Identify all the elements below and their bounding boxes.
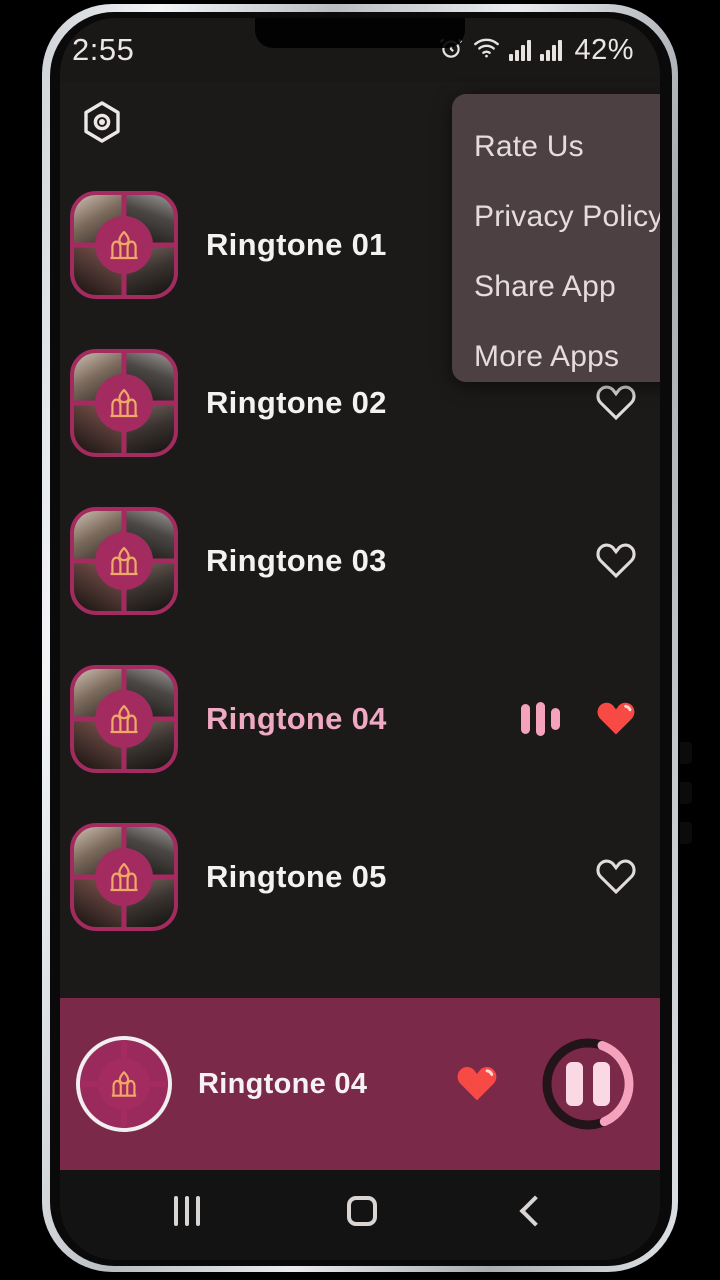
ringtone-thumbnail [70,507,178,615]
screenshot-stage: 2:55 42% Rate Us Privacy Policy Share Ap… [0,0,720,1280]
menu-item-label: Rate Us [474,130,584,163]
overflow-menu[interactable]: Rate Us Privacy Policy Share App More Ap… [452,94,660,382]
back-icon[interactable] [519,1195,551,1227]
wifi-icon [473,37,500,64]
list-item[interactable]: Ringtone 04 [60,640,660,798]
home-icon[interactable] [346,1196,377,1226]
menu-item-more-apps[interactable]: More Apps [474,322,660,392]
mosque-icon [95,690,153,748]
now-playing-artwork [76,1036,172,1132]
menu-item-label: Privacy Policy [474,200,660,233]
row-actions [594,855,638,900]
menu-item-privacy-policy[interactable]: Privacy Policy [474,182,660,252]
now-playing-actions [454,1036,636,1132]
row-actions [594,539,638,584]
phone-screen: 2:55 42% Rate Us Privacy Policy Share Ap… [60,18,660,1260]
hexagon-settings-icon[interactable] [74,94,130,150]
heart-filled-icon[interactable] [454,1061,500,1108]
equalizer-icon [521,702,560,736]
menu-item-label: More Apps [474,340,620,373]
heart-outline-icon[interactable] [594,855,638,900]
menu-item-rate-us[interactable]: Rate Us [474,112,660,182]
play-pause-button[interactable] [540,1036,636,1132]
phone-side-button-1 [680,742,692,764]
ringtone-thumbnail [70,823,178,931]
row-actions [521,697,638,742]
list-item[interactable]: Ringtone 05 [60,798,660,956]
list-item[interactable]: Ringtone 03 [60,482,660,640]
phone-side-button-3 [680,822,692,844]
mosque-icon [95,374,153,432]
mosque-icon [95,532,153,590]
phone-notch [255,18,465,48]
mosque-icon [95,216,153,274]
ringtone-thumbnail [70,665,178,773]
ringtone-thumbnail [70,349,178,457]
status-bar-icons: 42% [438,34,634,67]
ringtone-title: Ringtone 05 [206,859,387,894]
ringtone-thumbnail [70,191,178,299]
menu-item-share-app[interactable]: Share App [474,252,660,322]
now-playing-bar[interactable]: Ringtone 04 [60,998,660,1170]
pause-icon [566,1062,610,1106]
status-bar-clock: 2:55 [72,32,135,67]
menu-item-label: Share App [474,270,616,303]
heart-filled-icon[interactable] [594,697,638,742]
mosque-icon [98,1058,150,1110]
now-playing-title: Ringtone 04 [198,1067,368,1100]
ringtone-title: Ringtone 03 [206,543,387,578]
ringtone-title: Ringtone 04 [206,701,387,736]
battery-percentage: 42% [574,33,634,66]
recents-icon[interactable] [173,1196,200,1226]
heart-outline-icon[interactable] [594,539,638,584]
signal-icon [509,39,532,61]
phone-side-button-2 [680,782,692,804]
signal-icon [540,39,563,61]
android-nav-bar [60,1170,660,1260]
mosque-icon [95,848,153,906]
